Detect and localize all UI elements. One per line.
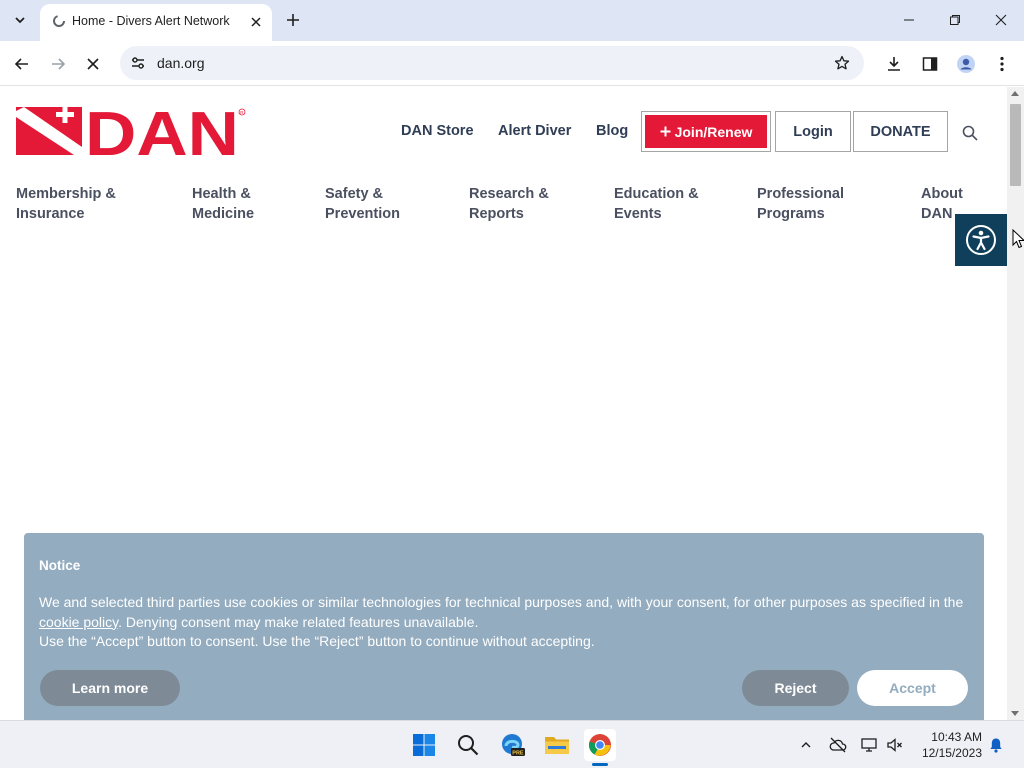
address-bar[interactable]: dan.org [120, 46, 864, 80]
edge-beta-app[interactable]: PRE [497, 729, 529, 761]
star-icon [834, 55, 850, 70]
avatar-icon [957, 55, 975, 73]
close-icon [995, 14, 1007, 26]
tab-title: Home - Divers Alert Network [72, 14, 230, 28]
chevron-up-icon [801, 742, 811, 748]
tab-search-button[interactable] [8, 8, 32, 32]
taskbar-search-button[interactable] [452, 729, 484, 761]
cookie-notice-text: We and selected third parties use cookie… [39, 594, 964, 649]
clock-time: 10:43 AM [931, 730, 982, 744]
active-app-indicator [592, 763, 608, 766]
tune-icon [132, 57, 144, 69]
plus-icon [660, 126, 671, 137]
nav-link-dan-store[interactable]: DAN Store [401, 123, 474, 139]
site-search-button[interactable] [960, 123, 980, 143]
chrome-icon [588, 734, 611, 756]
mainnav-safety-prevention[interactable]: Safety & Prevention [325, 184, 400, 224]
windows-taskbar: PRE 10:43 AM 12/15/2023 [0, 720, 1024, 768]
plus-icon [287, 14, 299, 26]
arrow-right-icon [52, 58, 66, 70]
arrow-left-icon [14, 58, 28, 70]
bookmark-button[interactable] [832, 53, 852, 73]
volume-tray-button[interactable] [885, 735, 905, 755]
scroll-down-arrow[interactable] [1011, 711, 1019, 716]
cookie-policy-link[interactable]: cookie policy [39, 614, 118, 630]
side-panel-icon [922, 57, 938, 71]
cookie-notice-title: Notice [39, 558, 81, 573]
mainnav-research-reports[interactable]: Research & Reports [469, 184, 549, 224]
loading-spinner-icon [53, 15, 65, 27]
scroll-thumb[interactable] [1010, 104, 1021, 186]
file-explorer-icon [545, 737, 569, 754]
nav-link-blog[interactable]: Blog [596, 123, 628, 139]
accessibility-icon [966, 225, 996, 255]
bell-icon [990, 738, 1002, 753]
logo-text: DAN [85, 107, 239, 157]
minimize-icon [904, 19, 914, 21]
browser-tab-active[interactable]: Home - Divers Alert Network [40, 4, 272, 41]
cookie-notice: Notice We and selected third parties use… [24, 533, 984, 720]
network-icon [861, 738, 877, 752]
accessibility-button[interactable] [955, 214, 1007, 266]
url-text: dan.org [157, 55, 205, 71]
stop-loading-button[interactable] [80, 51, 106, 77]
profile-button[interactable] [953, 51, 979, 77]
dan-logo-graphic: DAN R [16, 100, 246, 169]
clock-date: 12/15/2023 [921, 746, 982, 760]
side-panel-button[interactable] [917, 51, 943, 77]
new-tab-button[interactable] [282, 9, 304, 31]
browser-toolbar: dan.org [0, 41, 1024, 86]
close-icon [87, 58, 99, 70]
network-tray-button[interactable] [860, 735, 880, 755]
downloads-button[interactable] [881, 51, 907, 77]
tab-close-button[interactable] [246, 12, 266, 32]
browser-tab-bar: Home - Divers Alert Network [0, 0, 1024, 41]
minimize-button[interactable] [897, 8, 921, 32]
volume-muted-icon [887, 738, 902, 752]
download-icon [888, 57, 900, 71]
accept-button[interactable]: Accept [857, 670, 968, 706]
search-icon [962, 125, 978, 141]
forward-button[interactable] [45, 51, 71, 77]
mouse-cursor-icon [1012, 229, 1024, 249]
edge-beta-icon: PRE [502, 734, 525, 756]
notifications-button[interactable] [986, 735, 1006, 755]
login-button[interactable]: Login [775, 111, 851, 152]
site-info-button[interactable] [128, 53, 148, 73]
cloud-off-icon [829, 737, 847, 753]
join-renew-button[interactable]: Join/Renew [641, 111, 771, 152]
chevron-down-icon [15, 17, 25, 24]
more-vertical-icon [1000, 56, 1004, 72]
mainnav-professional-programs[interactable]: Professional Programs [757, 184, 844, 224]
start-button[interactable] [408, 729, 440, 761]
join-renew-label: Join/Renew [674, 123, 753, 140]
learn-more-button[interactable]: Learn more [40, 670, 180, 706]
onedrive-tray-button[interactable] [828, 735, 848, 755]
page-scrollbar[interactable] [1007, 87, 1024, 720]
donate-button[interactable]: DONATE [853, 111, 948, 152]
restore-button[interactable] [943, 8, 967, 32]
chrome-app[interactable] [584, 729, 616, 761]
mainnav-health-medicine[interactable]: Health & Medicine [192, 184, 254, 224]
close-window-button[interactable] [989, 8, 1013, 32]
browser-menu-button[interactable] [989, 51, 1015, 77]
system-clock[interactable]: 10:43 AM 12/15/2023 [912, 729, 982, 761]
mainnav-education-events[interactable]: Education & Events [614, 184, 699, 224]
show-hidden-icons-button[interactable] [796, 735, 816, 755]
search-icon [458, 735, 479, 756]
windows-start-icon [413, 734, 435, 756]
scroll-up-arrow[interactable] [1011, 91, 1019, 96]
page-viewport: DAN R DAN Store Alert Diver Blog Join/Re… [0, 87, 1024, 720]
restore-icon [950, 15, 960, 25]
file-explorer-app[interactable] [541, 729, 573, 761]
nav-link-alert-diver[interactable]: Alert Diver [498, 123, 571, 139]
svg-text:PRE: PRE [512, 750, 524, 756]
reject-button[interactable]: Reject [742, 670, 849, 706]
close-icon [251, 17, 261, 27]
mainnav-membership-insurance[interactable]: Membership & Insurance [16, 184, 116, 224]
back-button[interactable] [9, 51, 35, 77]
dan-logo[interactable]: DAN R [16, 100, 248, 169]
